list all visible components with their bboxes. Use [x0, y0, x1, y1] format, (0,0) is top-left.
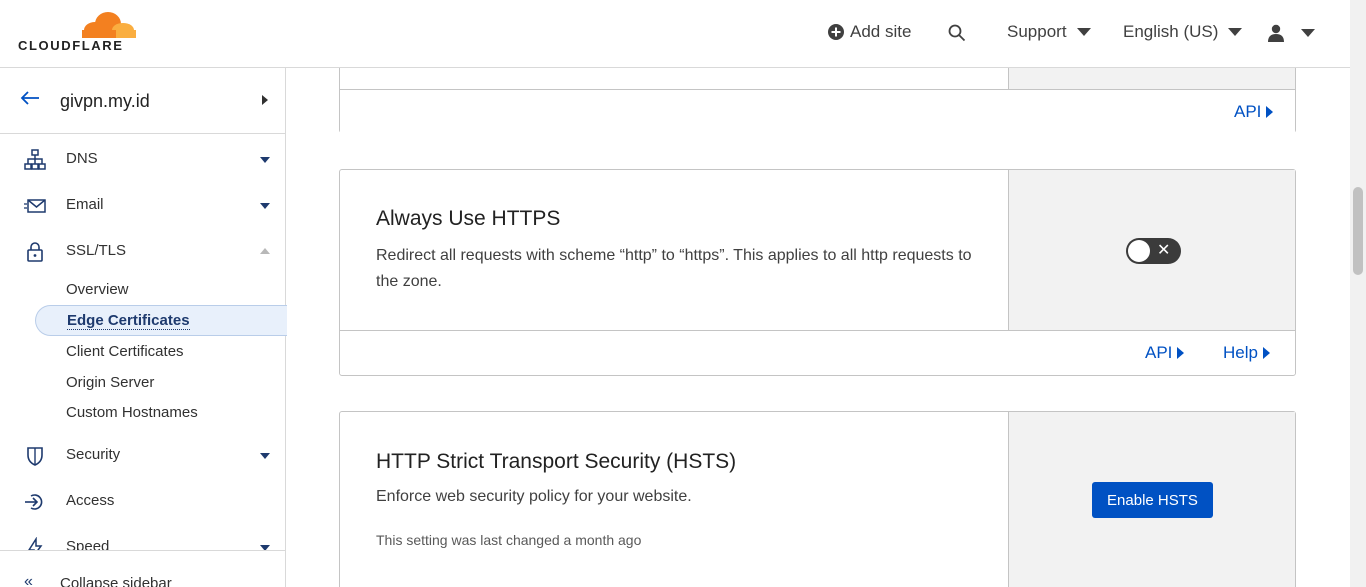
- page-scrollbar[interactable]: [1350, 0, 1366, 587]
- chevron-down-icon: [1076, 28, 1091, 36]
- help-link[interactable]: Help: [1223, 343, 1270, 363]
- sidebar-subitem-custom-hostnames[interactable]: Custom Hostnames: [66, 404, 198, 421]
- email-icon: [24, 199, 46, 213]
- card-side-panel: Enable HSTS: [1008, 412, 1295, 587]
- api-link-label: API: [1145, 343, 1173, 362]
- card-title: HTTP Strict Transport Security (HSTS): [376, 450, 737, 473]
- lock-icon: [27, 242, 43, 262]
- sidebar: givpn.my.id DNS Email SSL/TLS Overview E…: [0, 68, 287, 587]
- sidebar-item-dns[interactable]: DNS: [0, 144, 285, 174]
- sidebar-item-label: SSL/TLS: [66, 242, 127, 259]
- chevron-right-icon: [1266, 106, 1274, 118]
- previous-setting-card: API: [339, 68, 1296, 133]
- support-label: Support: [1007, 22, 1067, 41]
- sidebar-subitem-client-certificates[interactable]: Client Certificates: [66, 343, 184, 360]
- api-link[interactable]: API: [1145, 343, 1185, 363]
- help-link-label: Help: [1223, 343, 1258, 362]
- chevron-right-icon: [1262, 347, 1270, 359]
- sidebar-item-label: DNS: [66, 150, 98, 167]
- chevron-right-icon: [262, 95, 268, 105]
- always-use-https-toggle[interactable]: ✕: [1126, 238, 1181, 264]
- add-site-label: Add site: [850, 22, 912, 41]
- cloud-icon: [82, 12, 136, 38]
- enable-hsts-button[interactable]: Enable HSTS: [1092, 482, 1213, 518]
- card-description: Redirect all requests with scheme “http”…: [376, 247, 972, 290]
- always-use-https-card: Always Use HTTPS Redirect all requests w…: [339, 169, 1296, 376]
- main-content: API Always Use HTTPS Redirect all reques…: [287, 68, 1350, 587]
- chevron-down-icon: [260, 203, 270, 209]
- card-footer: API: [340, 89, 1295, 133]
- double-chevron-left-icon: «: [24, 573, 33, 587]
- chevron-up-icon: [260, 248, 270, 254]
- top-header: CLOUDFLARE Add site Support English (US): [0, 0, 1350, 68]
- cloudflare-logo[interactable]: CLOUDFLARE: [18, 10, 138, 54]
- zone-name: givpn.my.id: [60, 91, 150, 111]
- card-title: Always Use HTTPS: [376, 207, 561, 230]
- shield-icon: [27, 447, 43, 466]
- access-icon: [25, 494, 43, 510]
- close-icon: ✕: [1157, 242, 1171, 259]
- collapse-sidebar-label: Collapse sidebar: [60, 575, 172, 587]
- chevron-down-icon: [260, 453, 270, 459]
- scrollbar-thumb[interactable]: [1353, 187, 1363, 275]
- plus-circle-icon: [828, 24, 844, 40]
- sidebar-item-ssl-tls[interactable]: SSL/TLS: [0, 236, 285, 266]
- toggle-knob: [1128, 240, 1150, 262]
- user-icon: [1268, 24, 1284, 42]
- chevron-down-icon: [1228, 28, 1243, 36]
- collapse-sidebar-button[interactable]: « Collapse sidebar: [0, 550, 285, 587]
- chevron-down-icon: [260, 157, 270, 163]
- chevron-right-icon: [1177, 347, 1185, 359]
- search-icon: [948, 24, 966, 42]
- add-site-button[interactable]: Add site: [828, 22, 911, 42]
- network-icon: [24, 149, 46, 170]
- support-menu[interactable]: Support: [1007, 22, 1091, 42]
- user-menu[interactable]: [1267, 24, 1315, 42]
- chevron-down-icon: [1301, 29, 1315, 37]
- sidebar-subitem-edge-certificates[interactable]: Edge Certificates: [35, 305, 287, 336]
- card-body: HTTP Strict Transport Security (HSTS) En…: [340, 412, 1008, 587]
- sidebar-item-security[interactable]: Security: [0, 440, 285, 470]
- api-link-label: API: [1234, 102, 1262, 121]
- card-body: Always Use HTTPS Redirect all requests w…: [340, 170, 1008, 330]
- card-footer: API Help: [340, 330, 1295, 374]
- last-changed-text: This setting was last changed a month ag…: [376, 532, 642, 548]
- sidebar-item-label: Email: [66, 196, 104, 213]
- card-side-panel: ✕: [1008, 170, 1295, 330]
- sidebar-item-label: Access: [66, 492, 115, 509]
- sidebar-item-label: Security: [66, 446, 121, 463]
- language-menu[interactable]: English (US): [1123, 22, 1243, 42]
- language-label: English (US): [1123, 22, 1219, 41]
- sidebar-subitem-label: Edge Certificates: [67, 312, 190, 330]
- sidebar-subitem-overview[interactable]: Overview: [66, 281, 129, 298]
- hsts-card: HTTP Strict Transport Security (HSTS) En…: [339, 411, 1296, 587]
- sidebar-item-access[interactable]: Access: [0, 486, 285, 516]
- card-side-panel: [1008, 68, 1295, 89]
- sidebar-item-email[interactable]: Email: [0, 190, 285, 220]
- arrow-left-icon[interactable]: [20, 90, 40, 106]
- api-link[interactable]: API: [1234, 102, 1274, 122]
- sidebar-subitem-origin-server[interactable]: Origin Server: [66, 374, 154, 391]
- zone-selector[interactable]: givpn.my.id: [0, 68, 285, 134]
- card-description: Enforce web security policy for your web…: [376, 488, 692, 505]
- search-button[interactable]: [948, 24, 966, 42]
- logo-text: CLOUDFLARE: [18, 38, 124, 53]
